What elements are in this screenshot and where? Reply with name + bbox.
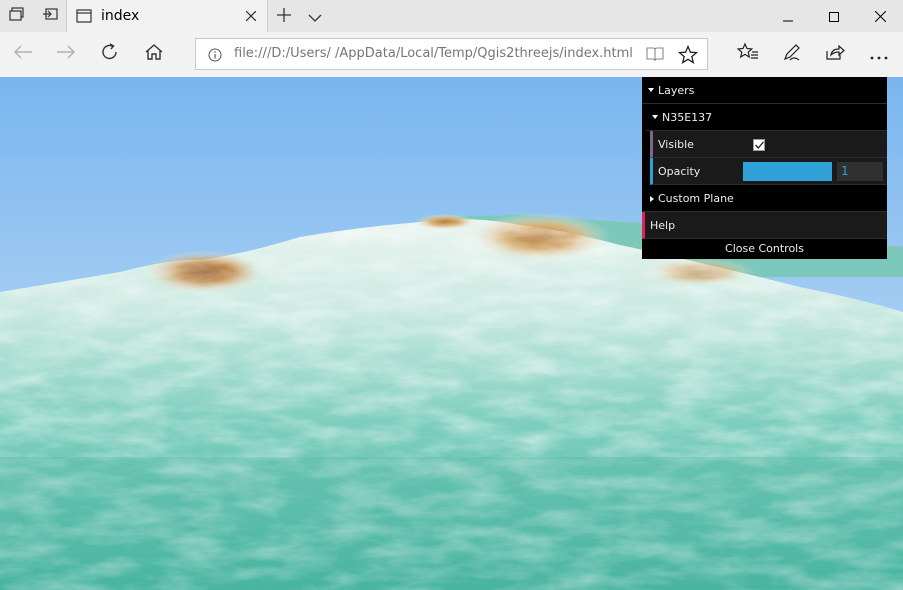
share-icon [825, 43, 845, 65]
minimize-icon [783, 7, 793, 26]
back-button[interactable] [5, 38, 41, 70]
help-row[interactable]: Help [642, 212, 887, 239]
close-tab-icon[interactable] [243, 8, 259, 24]
star-icon[interactable] [677, 44, 699, 69]
title-bar: index [0, 0, 903, 32]
close-controls-button[interactable]: Close Controls [642, 239, 887, 259]
info-icon[interactable] [208, 47, 222, 66]
home-button[interactable] [136, 38, 172, 70]
browser-window: index file:///D:/Users/ /AppData/Local/T… [0, 0, 903, 590]
opacity-label: Opacity [658, 165, 701, 178]
address-bar[interactable]: file:///D:/Users/ /AppData/Local/Temp/Qg… [195, 38, 708, 70]
close-window-button[interactable] [857, 0, 903, 32]
star-list-icon [736, 42, 759, 66]
layer-folder[interactable]: N35E137 [646, 104, 887, 131]
maximize-button[interactable] [811, 0, 857, 32]
visible-row: Visible [650, 131, 887, 158]
maximize-icon [829, 7, 839, 26]
opacity-slider-fill [743, 162, 832, 181]
opacity-input[interactable]: 1 [837, 162, 883, 181]
book-icon[interactable] [646, 46, 664, 66]
minimize-button[interactable] [765, 0, 811, 32]
tabs-aside-icon [8, 6, 25, 26]
url-text[interactable]: file:///D:/Users/ /AppData/Local/Temp/Qg… [234, 46, 633, 61]
visible-label: Visible [658, 138, 694, 151]
layer-name-label: N35E137 [662, 111, 713, 124]
layers-label: Layers [658, 84, 695, 97]
share-button[interactable] [817, 38, 853, 70]
custom-plane-folder[interactable]: Custom Plane [642, 185, 887, 212]
chevron-down-icon [308, 7, 322, 26]
triangle-down-icon [648, 88, 654, 92]
triangle-right-icon [650, 196, 654, 202]
browser-tab[interactable]: index [66, 0, 268, 32]
layers-folder[interactable]: Layers [642, 77, 887, 104]
home-icon [144, 43, 164, 65]
favorites-hub-button[interactable] [730, 38, 766, 70]
arrow-left-icon [13, 44, 33, 64]
more-button[interactable] [861, 38, 897, 70]
triangle-down-icon [652, 115, 658, 119]
page-icon [76, 8, 92, 28]
help-label: Help [650, 219, 676, 232]
notes-button[interactable] [774, 38, 810, 70]
custom-plane-label: Custom Plane [658, 192, 734, 205]
plus-icon [276, 7, 291, 26]
close-icon [874, 7, 886, 26]
tabs-aside-button[interactable] [0, 0, 33, 32]
new-tab-button[interactable] [267, 0, 300, 32]
page-viewport[interactable]: Layers N35E137 Visible Opacity 1 Custom … [0, 77, 903, 590]
tabs-restore-icon [42, 6, 58, 26]
visible-checkbox[interactable] [753, 139, 765, 151]
controls-panel: Layers N35E137 Visible Opacity 1 Custom … [642, 77, 887, 259]
arrow-right-icon [56, 44, 76, 64]
show-aside-tabs-button[interactable] [33, 0, 66, 32]
pen-icon [782, 42, 802, 66]
opacity-row: Opacity 1 [650, 158, 887, 185]
ellipsis-icon [870, 45, 888, 64]
refresh-icon [100, 42, 120, 66]
forward-button[interactable] [48, 38, 84, 70]
opacity-slider[interactable] [743, 162, 832, 181]
refresh-button[interactable] [92, 38, 128, 70]
tab-title: index [101, 8, 140, 24]
navigation-bar: file:///D:/Users/ /AppData/Local/Temp/Qg… [0, 32, 903, 78]
tab-list-button[interactable] [298, 0, 331, 32]
